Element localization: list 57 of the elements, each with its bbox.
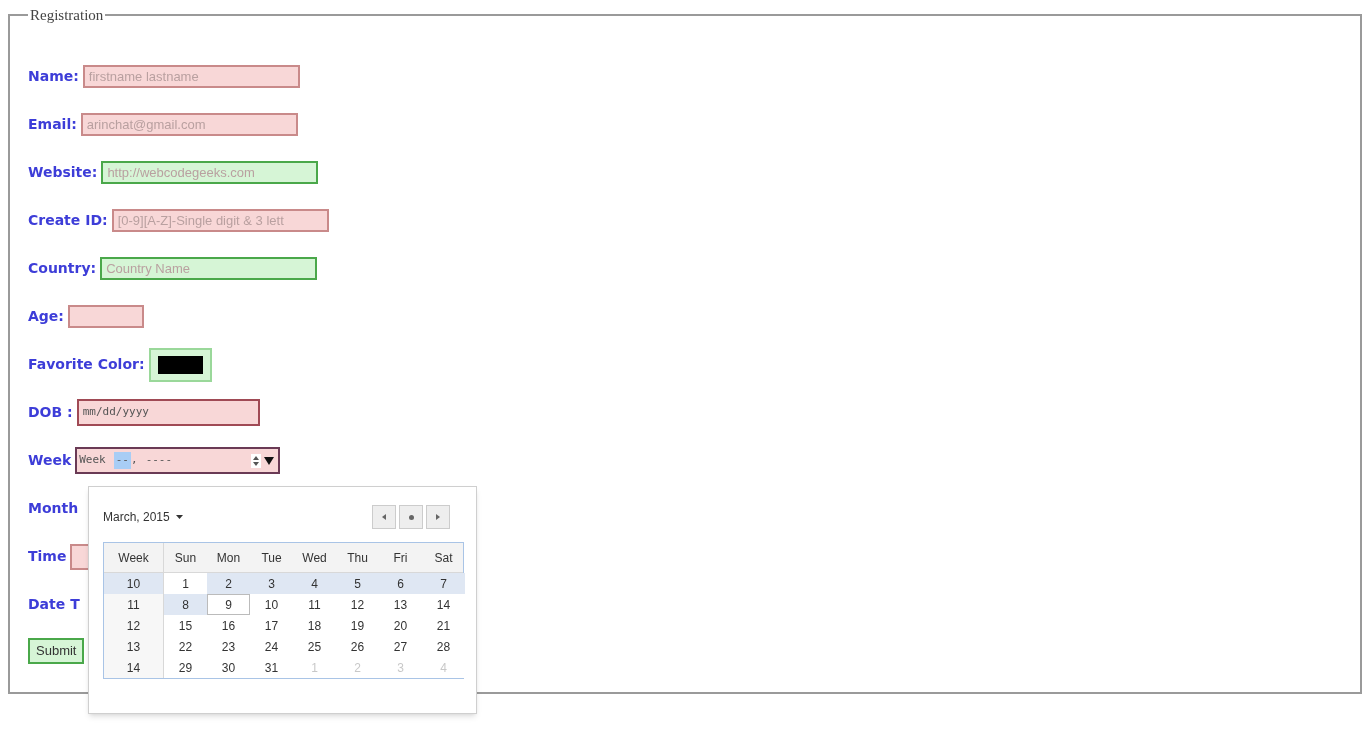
field-label: Favorite Color: <box>28 355 145 374</box>
dot-icon <box>408 514 414 520</box>
year-segment[interactable]: ---- <box>145 452 173 469</box>
separator: , <box>131 452 138 469</box>
column-header: Fri <box>392 549 409 567</box>
column-header: Mon <box>215 549 242 567</box>
day-cell[interactable]: 5 <box>336 573 379 594</box>
day-cell[interactable]: 2 <box>207 573 250 594</box>
week-number[interactable]: 13 <box>104 636 164 657</box>
text-field[interactable]: Country Name <box>100 257 318 280</box>
field-label: Time <box>28 547 67 566</box>
caret-icon <box>175 514 183 520</box>
week-field[interactable]: Week -- , ---- <box>75 447 281 474</box>
field-label: Country: <box>28 259 97 278</box>
left-arrow-icon <box>382 514 386 520</box>
field-label: Age: <box>28 307 64 326</box>
column-header: Tue <box>260 549 283 567</box>
age-field[interactable] <box>67 305 144 328</box>
date-placeholder: mm/dd/yyyy <box>82 404 149 421</box>
column-header: Thu <box>346 549 369 567</box>
column-header: Sat <box>433 549 454 567</box>
field-label: Name: <box>28 67 79 86</box>
day-cell[interactable]: 8 <box>164 594 207 615</box>
submit-button[interactable]: Submit <box>28 637 85 664</box>
day-cell[interactable]: 7 <box>422 573 465 594</box>
week-number[interactable]: 11 <box>104 594 164 615</box>
week-prefix: Week <box>79 452 106 469</box>
spinner-icon[interactable] <box>251 453 262 468</box>
column-header: Wed <box>301 549 328 567</box>
legend-title: Registration <box>29 6 105 25</box>
field-label: Week <box>28 451 72 470</box>
text-field[interactable]: [0-9][A-Z]-Single digit & 3 lett <box>111 209 329 232</box>
week-number[interactable]: 14 <box>104 657 164 678</box>
day-cell[interactable]: 6 <box>379 573 422 594</box>
today-button[interactable] <box>399 505 423 529</box>
text-field[interactable]: firstname lastname <box>82 65 300 88</box>
week-number-segment[interactable]: -- <box>113 452 131 469</box>
field-label: Date T <box>28 595 80 614</box>
text-field[interactable]: http://webcodegeeks.com <box>101 161 319 184</box>
week-number[interactable]: 12 <box>104 615 164 636</box>
field-label: Email: <box>28 115 77 134</box>
text-field[interactable]: arinchat@gmail.com <box>80 113 298 136</box>
week-number[interactable]: 10 <box>104 573 164 594</box>
month-year-selector[interactable]: March, 2015 <box>103 508 183 526</box>
column-header: Week <box>104 543 164 572</box>
color-picker[interactable] <box>148 347 212 382</box>
dropdown-caret-icon[interactable] <box>264 455 275 466</box>
field-label: Website: <box>28 163 98 182</box>
column-header: Sun <box>173 549 198 567</box>
field-label: DOB : <box>28 403 73 422</box>
field-label: Month <box>28 499 79 518</box>
date-field[interactable]: mm/dd/yyyy <box>76 399 260 426</box>
day-cell[interactable]: 4 <box>293 573 336 594</box>
day-cell[interactable]: 9 <box>207 594 250 615</box>
day-cell[interactable]: 3 <box>250 573 293 594</box>
right-arrow-icon <box>436 514 440 520</box>
field-label: Create ID: <box>28 211 108 230</box>
